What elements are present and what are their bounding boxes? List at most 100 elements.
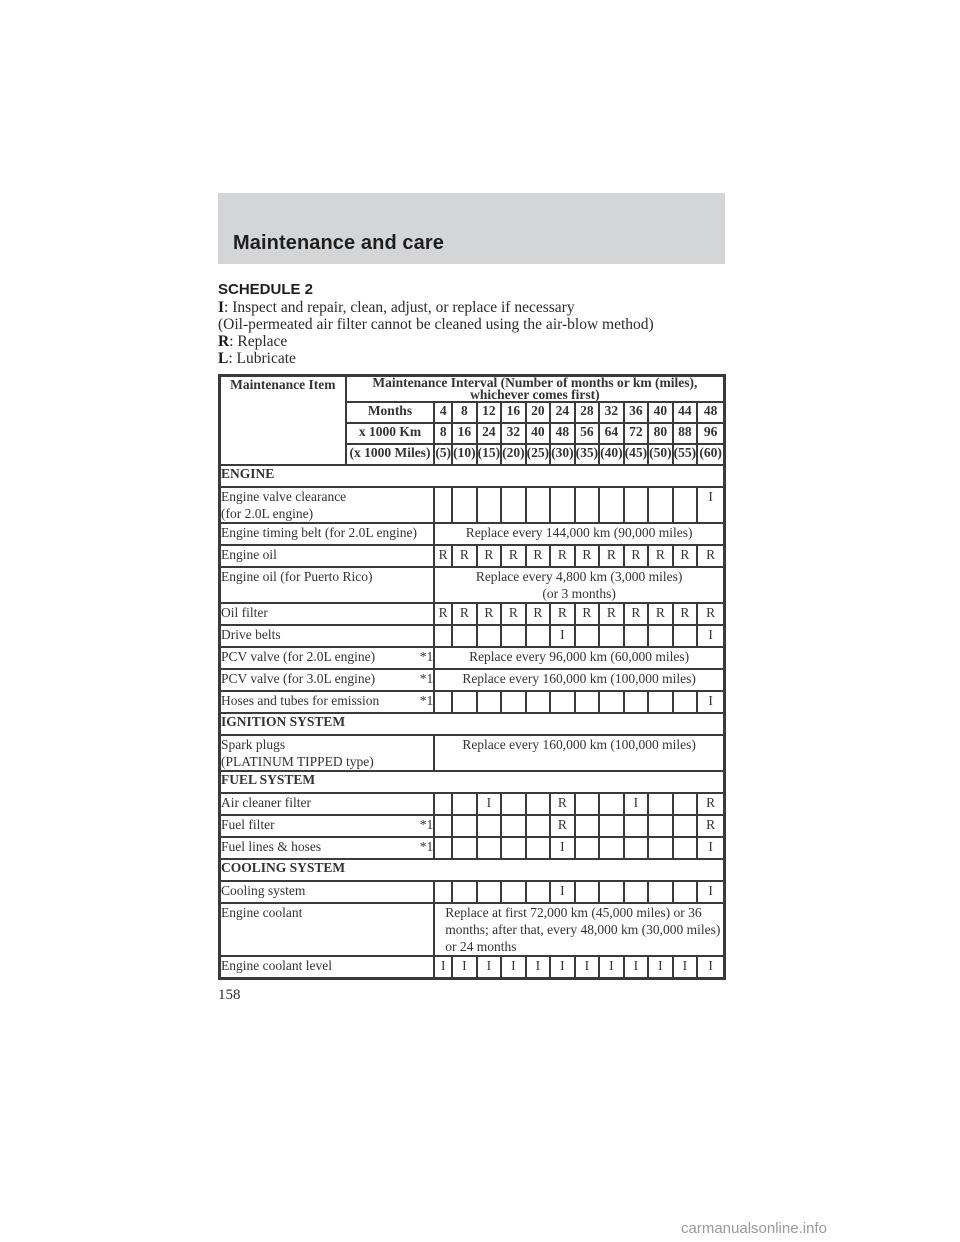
legend-item-lubricate: L: Lubricate <box>218 350 654 367</box>
interval-text: Replace every 4,800 km (3,000 miles) <box>475 569 683 584</box>
interval-mark-cell <box>648 837 673 859</box>
header-km-cell: 8 <box>434 423 453 444</box>
watermark: carmanualsonline.info <box>681 1220 827 1237</box>
table-row: Engine coolant level I I I I I I I I I I I I <box>220 956 724 978</box>
group-heading: ENGINE <box>220 465 724 487</box>
interval-mark-cell: R <box>672 603 698 625</box>
interval-mark-cell <box>574 881 600 903</box>
maintenance-item-name: Air cleaner filter <box>221 795 311 810</box>
interval-mark-cell <box>525 691 551 713</box>
interval-mark-cell <box>501 625 526 647</box>
interval-mark-cell <box>501 691 526 713</box>
interval-mark-cell <box>501 793 526 815</box>
header-miles-cell: (10) <box>452 444 477 465</box>
maintenance-schedule-table: Maintenance Item Maintenance Interval (N… <box>218 374 726 980</box>
legend-key: L <box>218 350 229 367</box>
interval-mark-cell: R <box>574 545 600 567</box>
table-row: Engine oil R R R R R R R R R R R R <box>220 545 724 567</box>
header-km-cell: 96 <box>697 423 724 444</box>
section-header: Maintenance and care <box>218 193 725 264</box>
interval-mark-cell <box>452 793 477 815</box>
interval-mark-cell: R <box>623 545 649 567</box>
interval-mark-cell <box>623 625 649 647</box>
header-km-cell: 72 <box>623 423 649 444</box>
interval-mark-cell: R <box>648 545 673 567</box>
header-km-cell: 64 <box>599 423 624 444</box>
interval-mark-cell <box>452 691 477 713</box>
maintenance-item-name: Fuel lines & hoses <box>221 839 322 854</box>
interval-mark-cell: R <box>550 603 575 625</box>
interval-mark-cell <box>623 691 649 713</box>
interval-mark-cell <box>599 625 624 647</box>
table-row: Cooling system I I <box>220 881 724 903</box>
maintenance-item-name: Hoses and tubes for emission <box>221 693 380 708</box>
interval-mark-cell <box>648 793 673 815</box>
interval-mark-cell: R <box>697 815 724 837</box>
interval-mark-cell <box>434 487 453 523</box>
footnote-ref: *1 <box>419 671 434 686</box>
interval-mark-cell <box>452 625 477 647</box>
page-number: 158 <box>218 987 241 1003</box>
table-row: *1 Fuel filter R R <box>220 815 724 837</box>
header-miles-cell: (5) <box>434 444 453 465</box>
header-miles-cell: (25) <box>525 444 551 465</box>
interval-mark-cell: I <box>476 956 502 978</box>
header-miles-cell: (20) <box>501 444 526 465</box>
interval-mark-cell <box>476 815 502 837</box>
interval-mark-cell: R <box>476 545 502 567</box>
maintenance-item-name: Engine timing belt (for 2.0L engine) <box>221 525 417 540</box>
group-row: COOLING SYSTEM <box>220 859 724 881</box>
group-row: IGNITION SYSTEM <box>220 713 724 735</box>
maintenance-item-cell: *1 PCV valve (for 3.0L engine) <box>220 669 435 691</box>
interval-mark-cell: I <box>697 956 724 978</box>
legend-text: : Replace <box>229 333 288 350</box>
interval-mark-cell: I <box>697 487 724 523</box>
header-miles-cell: (15) <box>476 444 502 465</box>
interval-text-cell: Replace every 160,000 km (100,000 miles) <box>434 735 724 771</box>
table-row: *1 PCV valve (for 2.0L engine) Replace eve… <box>220 647 724 669</box>
legend-text: : Lubricate <box>228 350 296 367</box>
interval-mark-cell <box>434 691 453 713</box>
interval-mark-cell <box>525 793 551 815</box>
interval-mark-cell <box>672 691 698 713</box>
interval-mark-cell: R <box>434 545 453 567</box>
legend-key: R <box>218 333 230 350</box>
maintenance-item-name: Engine oil <box>221 547 277 562</box>
interval-mark-cell: I <box>574 956 600 978</box>
interval-mark-cell <box>550 487 575 523</box>
legend-text: (Oil-permeated air filter cannot be clea… <box>218 316 654 333</box>
interval-mark-cell: I <box>623 956 649 978</box>
table-row: Engine valve clearance (for 2.0L engine) I <box>220 487 724 523</box>
header-maintenance-interval: Maintenance Interval (Number of months o… <box>345 376 724 402</box>
interval-mark-cell: I <box>550 956 575 978</box>
interval-mark-cell: R <box>697 545 724 567</box>
interval-mark-cell <box>501 837 526 859</box>
maintenance-item-name: Fuel filter <box>221 817 275 832</box>
header-km-cell: 24 <box>476 423 502 444</box>
legend-item-inspect: I: Inspect and repair, clean, adjust, or… <box>218 299 654 316</box>
interval-mark-cell: I <box>599 956 624 978</box>
interval-mark-cell <box>550 691 575 713</box>
interval-mark-cell <box>525 487 551 523</box>
interval-mark-cell <box>672 837 698 859</box>
maintenance-item-name: Engine oil (for Puerto Rico) <box>221 569 373 584</box>
section-title: Maintenance and care <box>233 232 444 254</box>
maintenance-item-name: Drive belts <box>221 627 281 642</box>
maintenance-item-name: Cooling system <box>221 883 306 898</box>
interval-mark-cell: R <box>434 603 453 625</box>
table-row: Engine coolant Replace at first 72,000 km… <box>220 903 724 956</box>
interval-mark-cell: R <box>501 545 526 567</box>
group-heading: IGNITION SYSTEM <box>220 713 724 735</box>
interval-mark-cell: R <box>648 603 673 625</box>
interval-mark-cell <box>452 881 477 903</box>
interval-text-line2: (or 3 months) <box>542 586 616 601</box>
group-heading: FUEL SYSTEM <box>220 771 724 793</box>
group-heading: COOLING SYSTEM <box>220 859 724 881</box>
interval-mark-cell: R <box>501 603 526 625</box>
header-month-cell: 44 <box>672 402 698 423</box>
header-month-cell: 32 <box>599 402 624 423</box>
header-km-cell: 48 <box>550 423 575 444</box>
interval-text-cell: Replace every 4,800 km (3,000 miles) (or … <box>434 567 724 603</box>
interval-mark-cell: I <box>452 956 477 978</box>
interval-text: Replace every 144,000 km (90,000 miles) <box>465 525 693 540</box>
